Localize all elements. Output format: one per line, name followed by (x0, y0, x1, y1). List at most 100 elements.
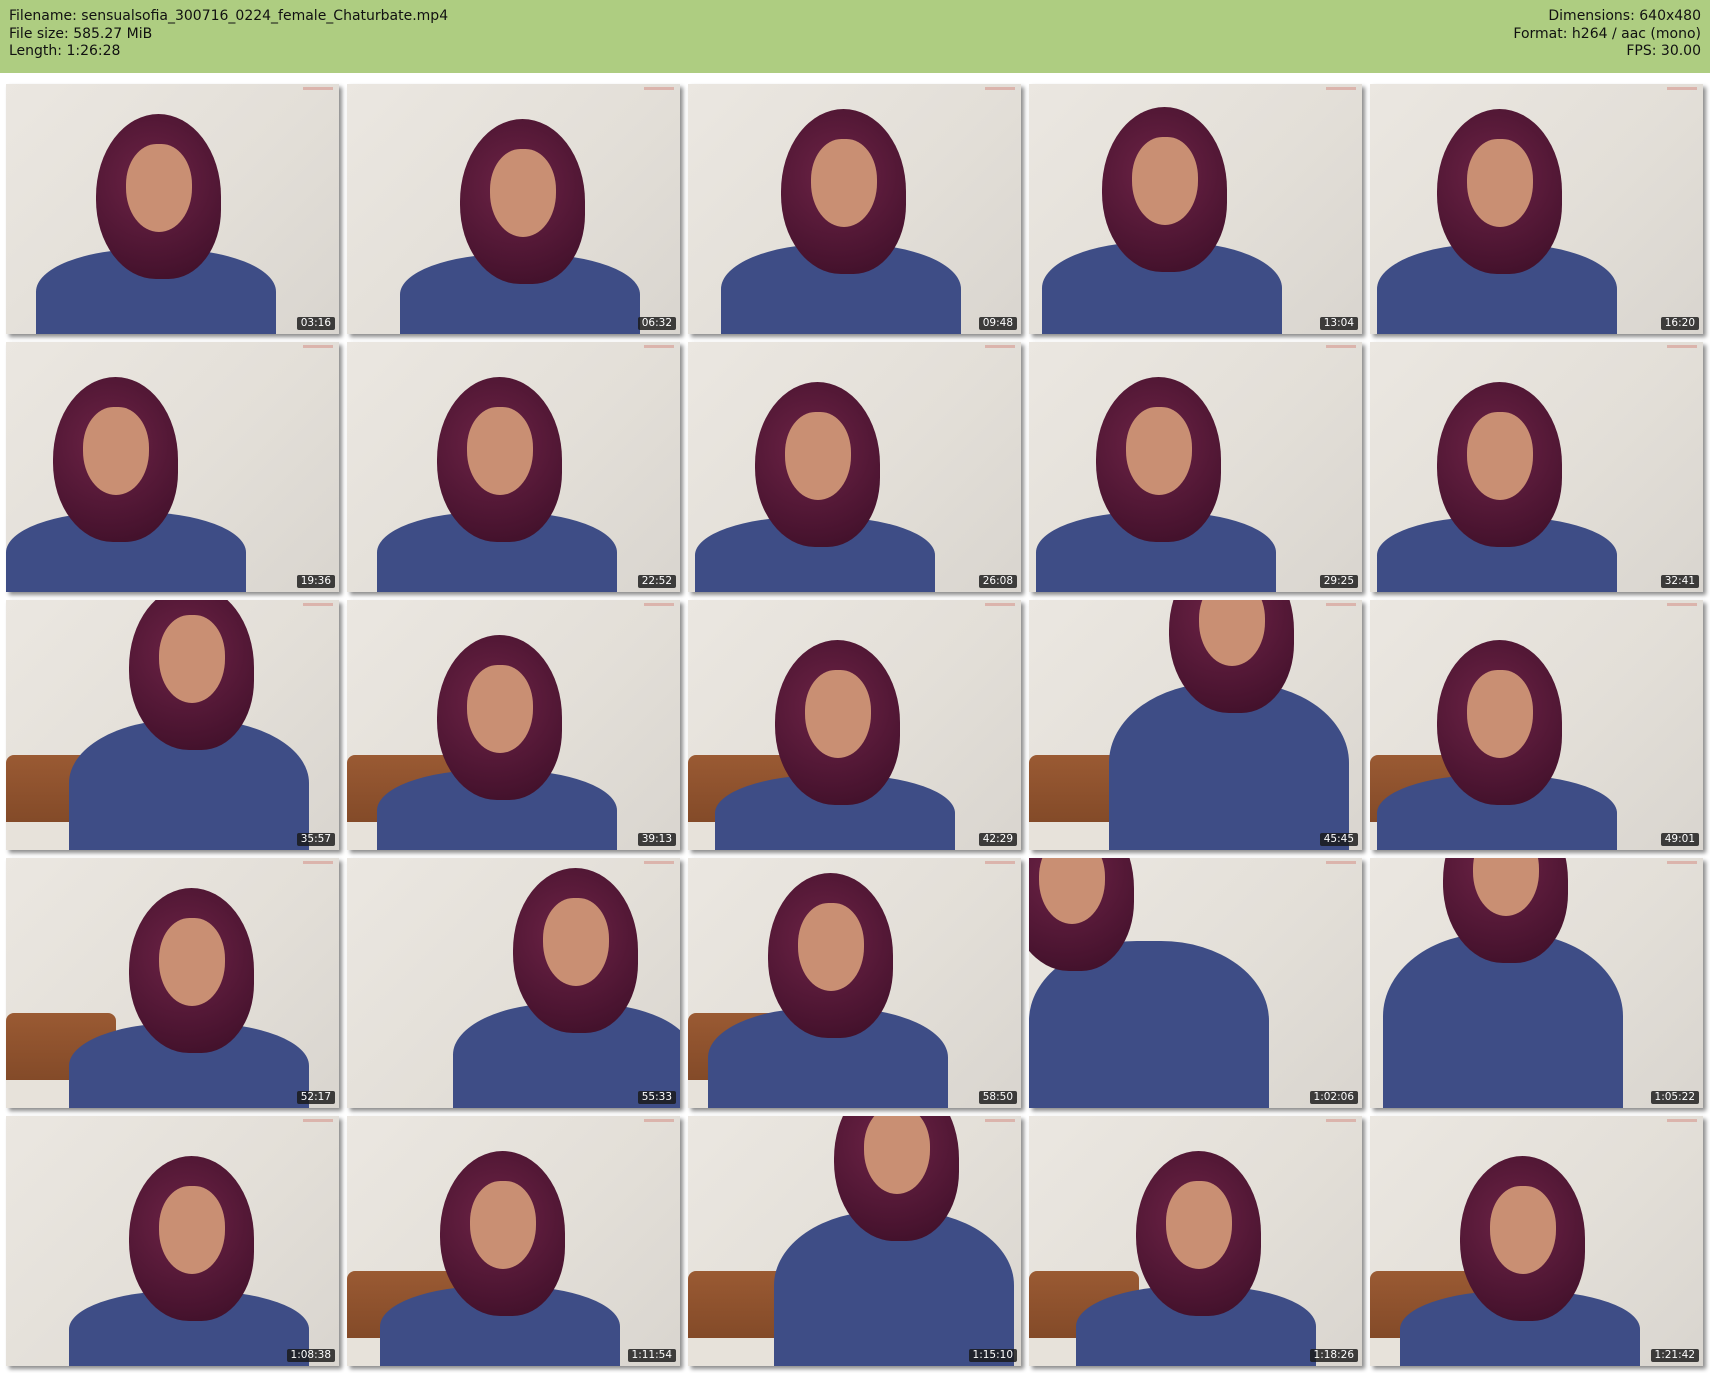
timestamp-label: 1:15:10 (968, 1349, 1017, 1362)
info-header: Filename: sensualsofia_300716_0224_femal… (0, 0, 1710, 73)
person-face (784, 412, 851, 500)
person-face (1165, 1181, 1232, 1269)
timestamp-label: 39:13 (637, 833, 676, 846)
thumbnail[interactable]: 13:04 (1029, 84, 1362, 334)
person-face (466, 407, 533, 495)
thumbnail[interactable]: 58:50 (688, 858, 1021, 1108)
watermark (985, 87, 1015, 90)
filename-text: Filename: sensualsofia_300716_0224_femal… (9, 8, 449, 24)
timestamp-label: 19:36 (296, 575, 335, 588)
thumbnail[interactable]: 1:08:38 (6, 1116, 339, 1366)
timestamp-label: 32:41 (1660, 575, 1699, 588)
watermark (644, 345, 674, 348)
person-face (1489, 1186, 1556, 1274)
watermark (644, 603, 674, 606)
thumbnail[interactable]: 26:08 (688, 342, 1021, 592)
watermark (1326, 1119, 1356, 1122)
thumbnail[interactable]: 45:45 (1029, 600, 1362, 850)
person-face (543, 898, 610, 986)
timestamp-label: 42:29 (978, 833, 1017, 846)
watermark (303, 1119, 333, 1122)
person-face (159, 1186, 226, 1274)
thumbnail[interactable]: 42:29 (688, 600, 1021, 850)
media-info: Dimensions: 640x480 Format: h264 / aac (… (1513, 8, 1701, 61)
watermark (1326, 861, 1356, 864)
watermark (1667, 87, 1697, 90)
filesize-text: File size: 585.27 MiB (9, 25, 153, 42)
timestamp-label: 1:21:42 (1650, 1349, 1699, 1362)
timestamp-label: 16:20 (1660, 317, 1699, 330)
person-face (159, 918, 226, 1006)
watermark (1667, 861, 1697, 864)
thumbnail[interactable]: 1:02:06 (1029, 858, 1362, 1108)
timestamp-label: 1:05:22 (1650, 1091, 1699, 1104)
person-face (1466, 139, 1533, 227)
watermark (985, 603, 1015, 606)
person-face (1125, 407, 1192, 495)
timestamp-label: 29:25 (1319, 575, 1358, 588)
timestamp-label: 26:08 (978, 575, 1017, 588)
timestamp-label: 03:16 (296, 317, 335, 330)
thumbnail[interactable]: 55:33 (347, 858, 680, 1108)
timestamp-label: 06:32 (637, 317, 676, 330)
watermark (1326, 603, 1356, 606)
watermark (1667, 603, 1697, 606)
timestamp-label: 1:02:06 (1309, 1091, 1358, 1104)
thumbnail[interactable]: 35:57 (6, 600, 339, 850)
person-face (159, 615, 226, 703)
thumbnail[interactable]: 39:13 (347, 600, 680, 850)
thumbnail[interactable]: 32:41 (1370, 342, 1703, 592)
thumbnail[interactable]: 16:20 (1370, 84, 1703, 334)
person-face (470, 1181, 537, 1269)
person-face (1132, 136, 1199, 225)
timestamp-label: 13:04 (1319, 317, 1358, 330)
person-face (804, 670, 871, 758)
thumbnail[interactable]: 1:18:26 (1029, 1116, 1362, 1366)
watermark (1667, 345, 1697, 348)
thumbnail[interactable]: 09:48 (688, 84, 1021, 334)
person-face (811, 139, 878, 227)
timestamp-label: 52:17 (296, 1091, 335, 1104)
watermark (985, 861, 1015, 864)
person-face (1466, 670, 1533, 758)
thumbnail[interactable]: 06:32 (347, 84, 680, 334)
timestamp-label: 1:11:54 (627, 1349, 676, 1362)
thumbnail[interactable]: 1:15:10 (688, 1116, 1021, 1366)
watermark (303, 861, 333, 864)
timestamp-label: 35:57 (296, 833, 335, 846)
watermark (644, 861, 674, 864)
format-text: Format: h264 / aac (mono) (1513, 25, 1701, 42)
file-info: Filename: sensualsofia_300716_0224_femal… (9, 8, 448, 61)
length-text: Length: 1:26:28 (9, 43, 121, 59)
watermark (985, 1119, 1015, 1122)
thumbnail[interactable]: 29:25 (1029, 342, 1362, 592)
fps-text: FPS: 30.00 (1626, 43, 1701, 59)
watermark (303, 603, 333, 606)
timestamp-label: 49:01 (1660, 833, 1699, 846)
thumbnail[interactable]: 03:16 (6, 84, 339, 334)
person-face (82, 407, 149, 495)
watermark (985, 345, 1015, 348)
timestamp-label: 55:33 (637, 1091, 676, 1104)
thumbnail[interactable]: 1:05:22 (1370, 858, 1703, 1108)
watermark (303, 87, 333, 90)
timestamp-label: 1:18:26 (1309, 1349, 1358, 1362)
person-face (466, 665, 533, 753)
thumbnail[interactable]: 49:01 (1370, 600, 1703, 850)
timestamp-label: 45:45 (1319, 833, 1358, 846)
thumbnail[interactable]: 1:21:42 (1370, 1116, 1703, 1366)
person-face (125, 144, 192, 232)
timestamp-label: 09:48 (978, 317, 1017, 330)
thumbnail[interactable]: 19:36 (6, 342, 339, 592)
thumbnail[interactable]: 52:17 (6, 858, 339, 1108)
thumbnail[interactable]: 22:52 (347, 342, 680, 592)
person-face (490, 149, 557, 237)
watermark (1326, 87, 1356, 90)
watermark (644, 87, 674, 90)
thumbnail[interactable]: 1:11:54 (347, 1116, 680, 1366)
person-face (797, 903, 864, 991)
dimensions-text: Dimensions: 640x480 (1548, 8, 1701, 24)
timestamp-label: 58:50 (978, 1091, 1017, 1104)
watermark (1667, 1119, 1697, 1122)
watermark (303, 345, 333, 348)
